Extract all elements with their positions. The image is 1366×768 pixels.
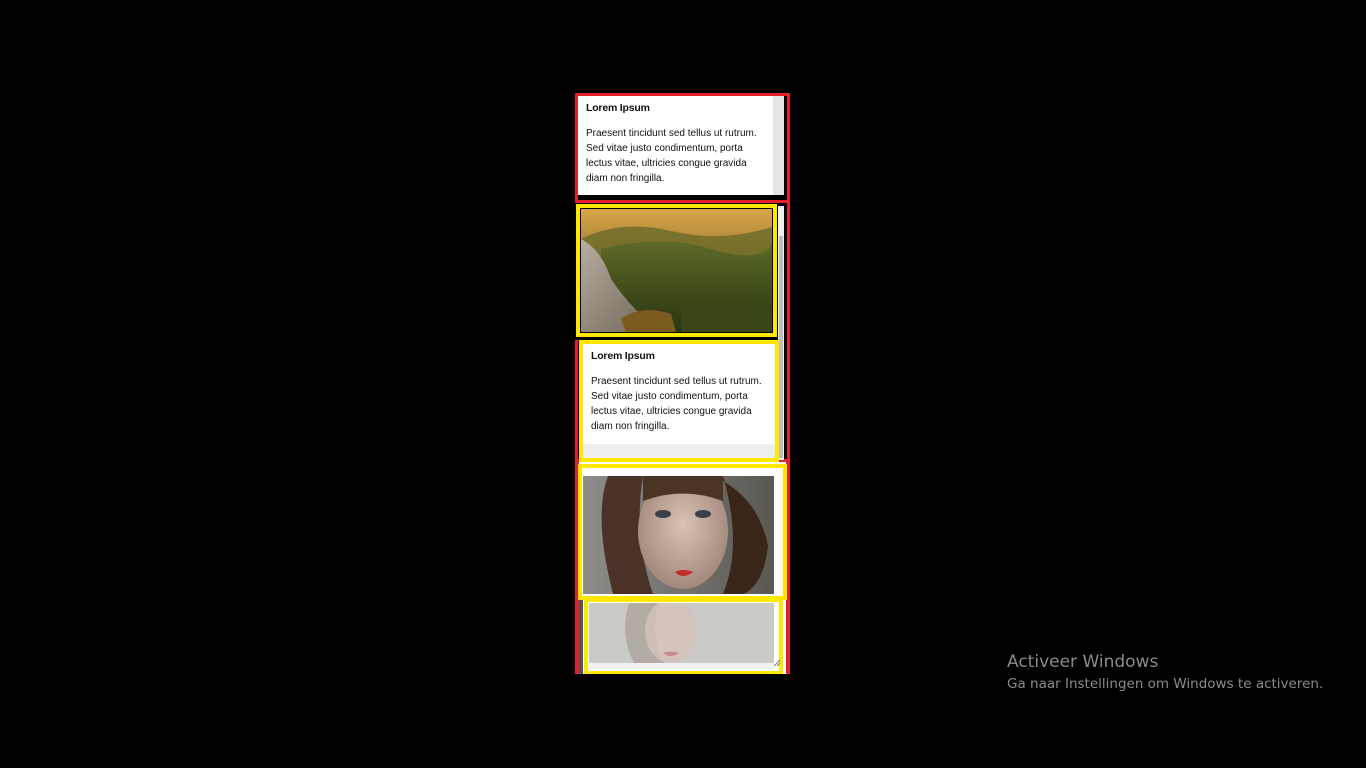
- woman-portrait-faded-svg: [589, 603, 774, 663]
- mountain-landscape-svg: [581, 209, 772, 332]
- woman-portrait-faded-image: [589, 603, 774, 663]
- watermark-subtitle: Ga naar Instellingen om Windows te activ…: [1007, 676, 1324, 692]
- card-body: Praesent tincidunt sed tellus ut rutrum.…: [591, 376, 762, 432]
- card-title: Lorem Ipsum: [586, 102, 650, 114]
- card-title: Lorem Ipsum: [591, 350, 655, 362]
- card-footer: [583, 444, 775, 458]
- red-edge: [575, 340, 578, 462]
- resize-handle-icon[interactable]: [773, 654, 781, 667]
- woman-portrait-svg: [583, 476, 774, 594]
- image-footer: [589, 663, 774, 669]
- mountain-landscape-image: [581, 209, 772, 332]
- woman-portrait-image: [583, 476, 774, 594]
- screen: Lorem Ipsum Praesent tincidunt sed tellu…: [0, 0, 1366, 768]
- scrollbar-thumb[interactable]: [779, 236, 783, 458]
- windows-activation-watermark: Activeer Windows Ga naar Instellingen om…: [1007, 651, 1323, 695]
- text-card-1: Lorem Ipsum Praesent tincidunt sed tellu…: [578, 96, 773, 195]
- scrollbar-track[interactable]: [773, 96, 784, 195]
- watermark-title: Activeer Windows: [1007, 652, 1159, 672]
- text-card-2: Lorem Ipsum Praesent tincidunt sed tellu…: [583, 344, 775, 444]
- section-3-edge: [579, 600, 583, 674]
- card-body: Praesent tincidunt sed tellus ut rutrum.…: [586, 128, 757, 184]
